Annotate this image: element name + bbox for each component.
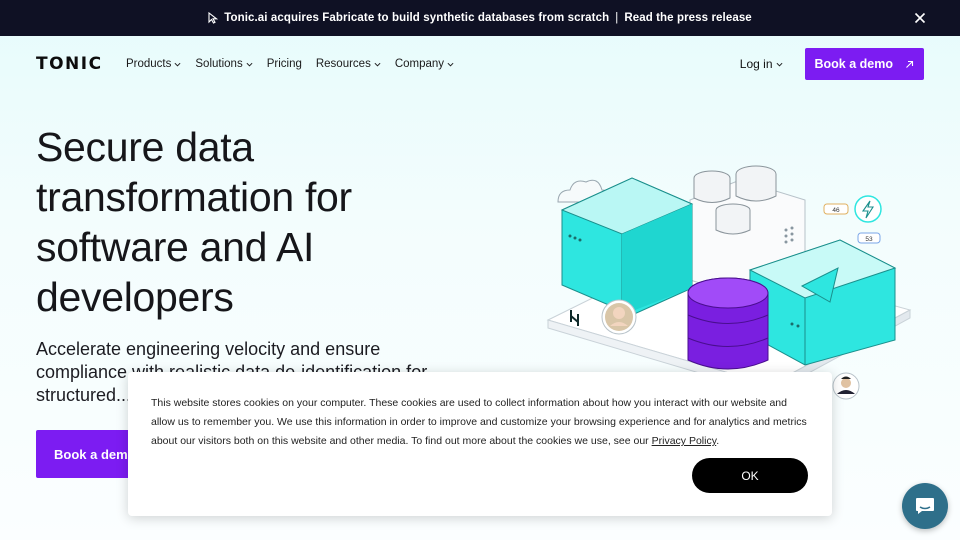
book-demo-label: Book a demo bbox=[814, 57, 894, 71]
badge-count-1: 46 bbox=[832, 207, 840, 214]
nav-item-label: Solutions bbox=[195, 58, 243, 70]
badge-count-2: 53 bbox=[865, 236, 873, 243]
data-platform-illustration: 46 53 bbox=[546, 165, 912, 400]
nav-item-label: Pricing bbox=[266, 58, 302, 70]
book-demo-nav-button[interactable]: Book a demo bbox=[804, 48, 924, 80]
tonic-logo[interactable]: TONIC bbox=[36, 54, 126, 74]
chat-bubble-icon bbox=[916, 498, 934, 514]
cookie-period: . bbox=[716, 435, 720, 447]
announcement-separator: | bbox=[615, 12, 619, 24]
chat-launcher-button[interactable] bbox=[902, 483, 948, 529]
nav-item-solutions[interactable]: Solutions bbox=[195, 58, 253, 70]
nav-item-products[interactable]: Products bbox=[126, 58, 181, 70]
login-button[interactable]: Log in bbox=[740, 57, 783, 71]
privacy-policy-link[interactable]: Privacy Policy bbox=[652, 435, 717, 447]
announcement-text: Tonic.ai acquires Fabricate to build syn… bbox=[224, 12, 610, 24]
nav-item-company[interactable]: Company bbox=[395, 58, 454, 70]
nav-item-label: Company bbox=[394, 58, 445, 70]
chevron-down-icon bbox=[374, 62, 381, 67]
hero-cta-label: Book a demo bbox=[54, 446, 136, 462]
cookie-ok-button[interactable]: OK bbox=[692, 458, 808, 493]
cookie-banner: This website stores cookies on your comp… bbox=[128, 372, 832, 516]
login-label: Log in bbox=[739, 57, 773, 71]
chevron-down-icon bbox=[776, 62, 782, 67]
chevron-down-icon bbox=[174, 62, 181, 67]
nav-menu: Products Solutions Pricing Resources Com… bbox=[126, 58, 454, 70]
nav-item-label: Products bbox=[126, 58, 172, 70]
cookie-text: This website stores cookies on your comp… bbox=[151, 394, 810, 451]
ok-label: OK bbox=[741, 468, 759, 483]
chevron-down-icon bbox=[246, 62, 253, 67]
announcement-bar: Tonic.ai acquires Fabricate to build syn… bbox=[0, 0, 960, 36]
press-release-link[interactable]: Read the press release bbox=[624, 12, 752, 24]
arrow-up-right-icon bbox=[906, 60, 914, 68]
chevron-down-icon bbox=[447, 62, 454, 67]
hero-title: Secure data transformation for software … bbox=[36, 124, 352, 320]
nav-item-pricing[interactable]: Pricing bbox=[267, 58, 302, 70]
cursor-icon bbox=[208, 12, 219, 24]
close-icon[interactable] bbox=[912, 10, 928, 26]
main-nav: TONIC Products Solutions Pricing Resourc… bbox=[0, 36, 960, 92]
nav-item-resources[interactable]: Resources bbox=[316, 58, 381, 70]
nav-right: Log in Book a demo bbox=[740, 48, 924, 80]
nav-item-label: Resources bbox=[315, 58, 371, 70]
